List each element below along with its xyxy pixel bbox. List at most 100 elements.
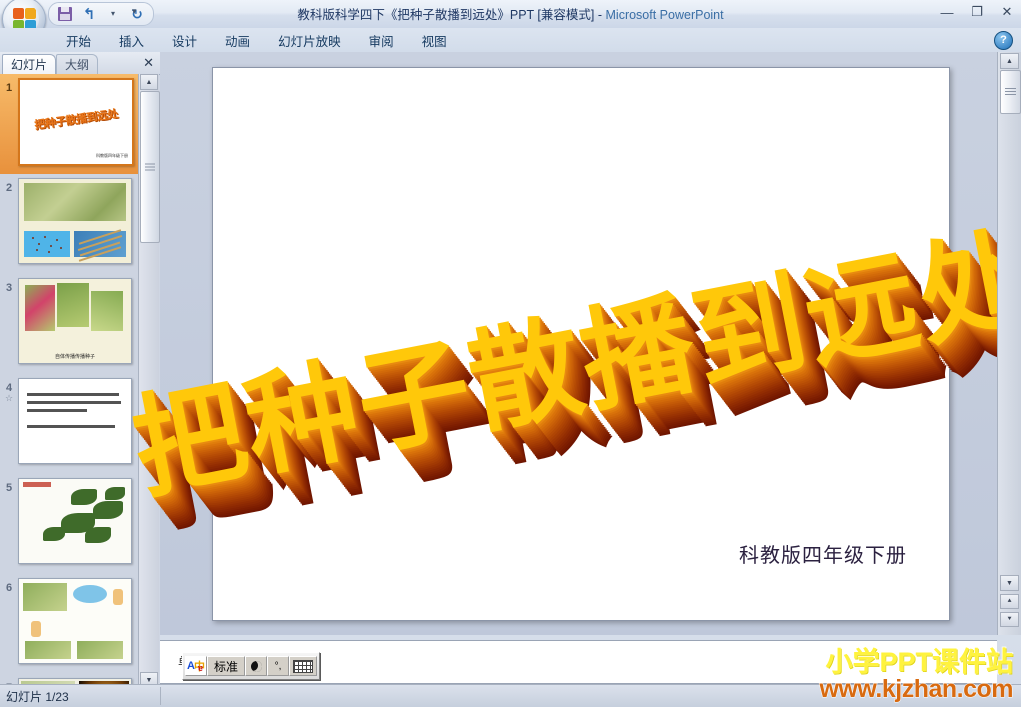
thumbnail-canvas: [18, 578, 132, 664]
thumbnail-slide-6[interactable]: 6: [0, 574, 138, 674]
slide-canvas[interactable]: 把种子散播到远处 科教版四年级下册: [123, 67, 1021, 621]
thumbnail-slide-2[interactable]: 2: [0, 174, 138, 274]
window-controls: — ❐ ✕: [937, 3, 1017, 21]
thumbnail-scroll-thumb[interactable]: [140, 91, 160, 243]
save-icon: [58, 7, 72, 21]
thumbnail-canvas: [18, 478, 132, 564]
tab-slideshow[interactable]: 幻灯片放映: [264, 29, 355, 52]
keyboard-icon: [293, 659, 313, 673]
thumbnail-slide-5[interactable]: 5: [0, 474, 138, 574]
thumbnail-slide-4[interactable]: 4 ☆: [0, 374, 138, 474]
powerpoint-window: 教科版科学四下《把种子散播到远处》PPT [兼容模式] - Microsoft …: [0, 0, 1021, 707]
thumbnail-number: 2: [5, 182, 13, 194]
tab-review[interactable]: 审阅: [355, 29, 408, 52]
caret-down-icon: ▼: [1006, 579, 1013, 587]
tab-home[interactable]: 开始: [52, 29, 105, 52]
quick-access-toolbar: ↰ ▾ ↻: [48, 2, 154, 26]
minimize-button[interactable]: —: [937, 3, 957, 21]
help-icon: ?: [1000, 34, 1007, 46]
redo-button[interactable]: ↻: [127, 5, 147, 23]
slide-scroll-down-button[interactable]: ▼: [1000, 575, 1019, 591]
slide-scroll-up-button[interactable]: ▲: [1000, 53, 1019, 69]
next-slide-button[interactable]: ⯆: [1000, 612, 1019, 627]
slide-subtitle[interactable]: 科教版四年级下册: [739, 539, 907, 568]
slide-wordart-title[interactable]: 把种子散播到远处: [118, 189, 1021, 522]
ime-mode-label: 标准: [213, 659, 238, 674]
double-caret-down-icon: ⯆: [1006, 615, 1013, 623]
thumbnail-title-text: 把种子散播到远处: [33, 107, 119, 132]
title-bar: 教科版科学四下《把种子散播到远处》PPT [兼容模式] - Microsoft …: [0, 0, 1021, 41]
thumbnail-number: 5: [5, 482, 13, 494]
slide-thumbnail-list[interactable]: 1 把种子散播到远处 科教版四年级下册 2 3 自体传播传播种子 4 ☆ 5 6: [0, 74, 138, 688]
status-bar: 幻灯片 1/23: [0, 684, 1021, 707]
ime-input-method-icon[interactable]: 中 A ɐ: [185, 656, 207, 676]
caret-down-icon: ▼: [145, 676, 153, 684]
ime-language-bar[interactable]: 中 A ɐ 标准 °,: [182, 652, 320, 680]
thumbnail-slide-3[interactable]: 3 自体传播传播种子: [0, 274, 138, 374]
undo-button[interactable]: ↰: [79, 5, 99, 23]
ribbon-tabs: 开始 插入 设计 动画 幻灯片放映 审阅 视图: [52, 28, 461, 52]
restore-icon: ❐: [971, 4, 983, 19]
minimize-icon: —: [940, 4, 954, 20]
tab-animations[interactable]: 动画: [211, 29, 264, 52]
ime-logo-a: A: [187, 660, 195, 672]
moon-icon: [250, 660, 262, 672]
restore-button[interactable]: ❐: [967, 3, 987, 21]
tab-outline-label: 大纲: [65, 58, 90, 72]
slide-editor-area: 把种子散播到远处 科教版四年级下册: [123, 52, 1021, 635]
thumbnail-slide-1[interactable]: 1 把种子散播到远处 科教版四年级下册: [0, 74, 138, 174]
thumbnail-photo-pod: [91, 291, 123, 331]
thumbnail-photo-pods: [74, 229, 126, 262]
ime-mode-button[interactable]: 标准: [207, 656, 245, 676]
thumbnail-subtitle-text: 科教版四年级下册: [96, 153, 128, 158]
thumbnail-photo-grass: [24, 183, 126, 221]
thumbnail-photo-seeds: [24, 231, 70, 257]
thumbnail-canvas: 把种子散播到远处 科教版四年级下册: [18, 78, 134, 166]
grip-icon: [145, 163, 155, 171]
ime-logo-accent: ɐ: [198, 663, 204, 673]
customize-quick-access-button[interactable]: ▾: [132, 6, 137, 17]
ime-shape-toggle-button[interactable]: [245, 656, 267, 676]
ribbon-tab-strip: 开始 插入 设计 动画 幻灯片放映 审阅 视图 ?: [0, 28, 1021, 53]
caret-up-icon: ▲: [1006, 57, 1013, 65]
chevron-down-icon: ▾: [110, 9, 115, 18]
slide-counter: 幻灯片 1/23: [6, 690, 69, 704]
pane-tab-strip: 幻灯片 大纲 ✕: [0, 52, 160, 75]
slide-scroll-thumb[interactable]: [1000, 70, 1021, 114]
thumbnail-number: 4: [5, 382, 13, 394]
thumbnail-header-bar: [23, 482, 51, 487]
close-pane-icon[interactable]: ✕: [143, 55, 154, 71]
thumbnail-number: 3: [5, 282, 13, 294]
thumbnail-caption: 自体传播传播种子: [54, 354, 95, 360]
ime-soft-keyboard-button[interactable]: [289, 656, 317, 676]
tab-view[interactable]: 视图: [408, 29, 461, 52]
thumbnail-number: 1: [5, 82, 13, 94]
tab-slides-panel[interactable]: 幻灯片: [2, 54, 57, 74]
close-button[interactable]: ✕: [997, 3, 1017, 21]
thumbnail-number: 6: [5, 582, 13, 594]
tab-insert[interactable]: 插入: [105, 29, 158, 52]
animation-indicator-icon: ☆: [4, 393, 14, 403]
slide-scrollbar[interactable]: ▲ ▼ ⯅ ⯆: [997, 52, 1021, 635]
tab-outline-panel[interactable]: 大纲: [56, 54, 99, 74]
window-title-document: 教科版科学四下《把种子散播到远处》PPT [兼容模式]: [297, 8, 595, 22]
save-button[interactable]: [55, 5, 75, 23]
thumbnail-photo-stem: [57, 283, 89, 327]
grip-icon: [1005, 88, 1016, 96]
undo-dropdown-button[interactable]: ▾: [103, 5, 123, 23]
status-separator: [160, 687, 161, 705]
tab-design[interactable]: 设计: [158, 29, 211, 52]
double-caret-up-icon: ⯅: [1006, 597, 1013, 605]
help-button[interactable]: ?: [994, 31, 1013, 50]
punctuation-icon: °,: [274, 660, 282, 672]
previous-slide-button[interactable]: ⯅: [1000, 594, 1019, 609]
thumbnail-canvas: 自体传播传播种子: [18, 278, 132, 364]
thumbnail-photo-flower: [25, 285, 55, 331]
window-title-app: Microsoft PowerPoint: [605, 8, 724, 22]
ime-punctuation-button[interactable]: °,: [267, 656, 289, 676]
undo-icon: ↰: [82, 5, 96, 23]
close-icon: ✕: [1001, 4, 1013, 19]
thumbnail-scroll-up-button[interactable]: ▲: [140, 74, 158, 90]
thumbnail-canvas: [18, 378, 132, 464]
window-title-separator: -: [594, 8, 606, 22]
